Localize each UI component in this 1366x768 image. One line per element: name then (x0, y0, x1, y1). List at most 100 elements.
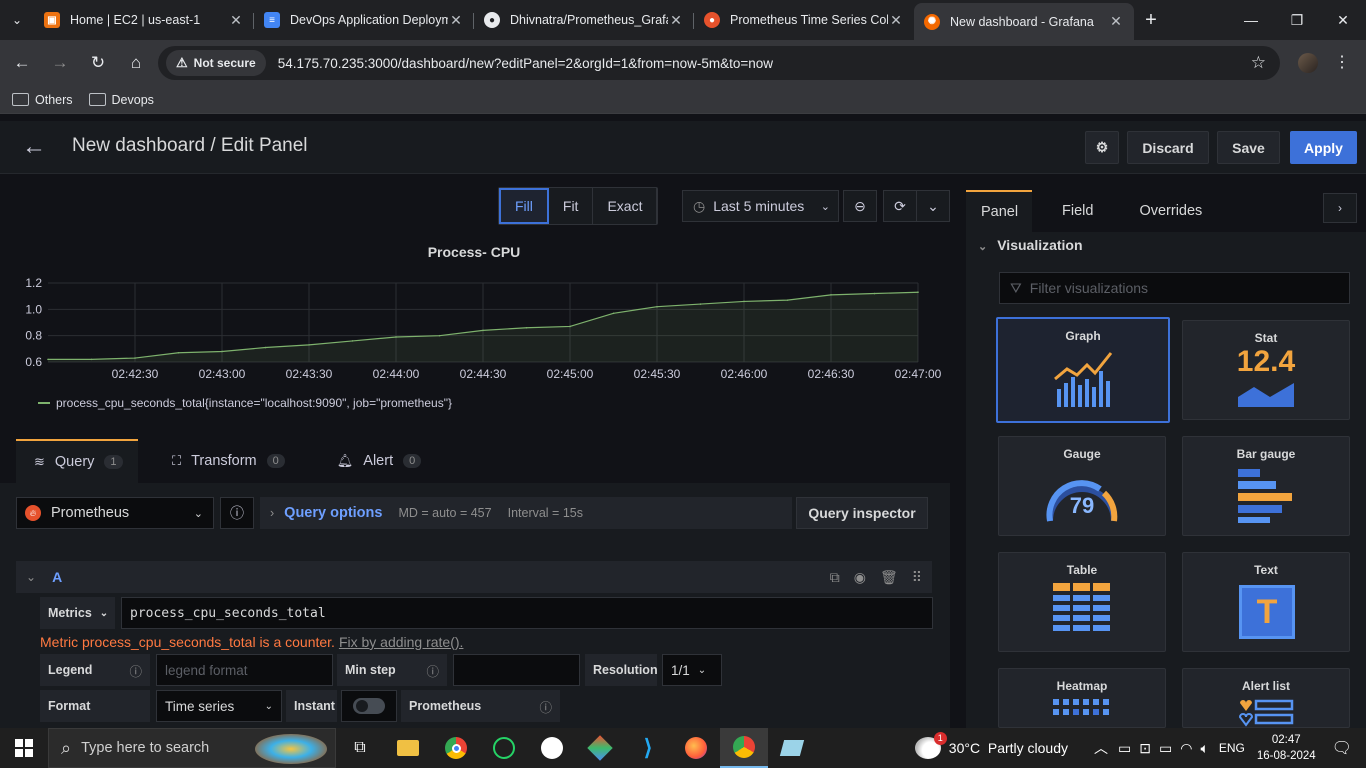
vis-card-table[interactable]: Table (998, 552, 1166, 652)
clock[interactable]: 02:47 16-08-2024 (1257, 732, 1316, 764)
whatsapp-icon[interactable] (480, 728, 528, 768)
query-row-header[interactable]: ⌄ A ⧉ ◉ 🗑︎ ⠿ (16, 561, 932, 593)
tab-transform[interactable]: ⛶ Transform 0 (154, 439, 303, 483)
battery-icon[interactable]: ▭ (1159, 740, 1172, 757)
close-tab-icon[interactable]: ✕ (888, 12, 904, 29)
task-view-icon[interactable]: ⧉ (336, 728, 384, 768)
text-vis-glyph: T (1256, 592, 1278, 631)
tab-query[interactable]: ≋ Query 1 (16, 439, 138, 483)
vis-card-stat[interactable]: Stat 12.4 (1182, 320, 1350, 420)
view-mode-fill-button[interactable]: Fill (499, 188, 549, 224)
vis-card-text[interactable]: Text T (1182, 552, 1350, 652)
notifications-icon[interactable]: 🗨︎ (1332, 738, 1352, 758)
reload-icon[interactable]: ↻ (80, 45, 116, 81)
tab-search-button[interactable]: ⌄ (0, 0, 34, 40)
address-bar[interactable]: ⚠ Not secure 54.175.70.235:3000/dashboard… (158, 46, 1280, 80)
drag-handle-icon[interactable]: ⠿ (912, 569, 922, 586)
help-icon[interactable]: ⓘ (220, 497, 254, 529)
instant-toggle[interactable] (341, 690, 397, 722)
browser-tab-ec2[interactable]: ▣ Home | EC2 | us-east-1 ✕ (34, 3, 254, 37)
back-icon[interactable]: ← (4, 45, 40, 81)
min-step-input[interactable] (453, 654, 580, 686)
vis-card-gauge[interactable]: Gauge 79 (998, 436, 1166, 536)
browser-tab-grafana[interactable]: ✺ New dashboard - Grafana ✕ (914, 3, 1134, 40)
bookmark-folder-devops[interactable]: Devops (88, 93, 154, 107)
weather-icon[interactable]: 1 (914, 732, 947, 759)
eye-icon[interactable]: ◉ (854, 569, 866, 586)
settings-gear-icon[interactable]: ⚙ (1085, 131, 1119, 164)
apply-button[interactable]: Apply (1290, 131, 1357, 164)
tab-title: DevOps Application Deploym (290, 13, 448, 27)
duplicate-icon[interactable]: ⧉ (830, 569, 840, 586)
taskbar-search-box[interactable]: ⌕ Type here to search (48, 728, 336, 768)
save-button[interactable]: Save (1217, 131, 1280, 164)
metrics-dropdown[interactable]: Metrics ⌄ (40, 597, 116, 629)
legend-format-input[interactable]: legend format (156, 654, 333, 686)
volume-icon[interactable]: 🔈︎ (1200, 740, 1208, 757)
profile-avatar[interactable] (1298, 53, 1318, 73)
view-mode-fit-button[interactable]: Fit (548, 188, 594, 224)
collapse-pane-icon[interactable]: › (1323, 193, 1357, 223)
datasource-select[interactable]: 🔥︎ Prometheus ⌄ (16, 497, 214, 529)
close-tab-icon[interactable]: ✕ (448, 12, 464, 29)
browser-tab-docs[interactable]: ≡ DevOps Application Deploym ✕ (254, 3, 474, 37)
file-explorer-icon[interactable] (384, 728, 432, 768)
security-indicator[interactable]: ⚠ Not secure (166, 50, 266, 76)
close-tab-icon[interactable]: ✕ (228, 12, 244, 29)
chevron-up-icon[interactable]: ︿ (1094, 738, 1108, 758)
discard-button[interactable]: Discard (1127, 131, 1209, 164)
back-arrow-icon[interactable]: ← (22, 133, 46, 161)
chart-legend[interactable]: process_cpu_seconds_total{instance="loca… (38, 396, 452, 410)
close-tab-icon[interactable]: ✕ (1108, 13, 1124, 30)
promql-query-input[interactable]: process_cpu_seconds_total (121, 597, 933, 629)
url-text[interactable]: 54.175.70.235:3000/dashboard/new?editPan… (278, 56, 773, 71)
language-indicator[interactable]: ENG (1219, 741, 1245, 755)
tab-field[interactable]: Field (1044, 190, 1111, 232)
trash-icon[interactable]: 🗑︎ (880, 569, 898, 586)
firefox-icon[interactable] (672, 728, 720, 768)
home-icon[interactable]: ⌂ (118, 45, 154, 81)
query-options-row[interactable]: › Query options MD = auto = 457 Interval… (260, 497, 792, 529)
query-inspector-button[interactable]: Query inspector (796, 497, 928, 529)
minimize-icon[interactable]: — (1228, 0, 1274, 40)
browser-tab-prometheus[interactable]: ● Prometheus Time Series Coll ✕ (694, 3, 914, 37)
meet-now-icon[interactable]: ▭ (1118, 740, 1131, 757)
query-options-label: Query options (284, 505, 383, 521)
vis-card-heatmap[interactable]: Heatmap (998, 668, 1166, 728)
window-close-icon[interactable]: ✕ (1320, 0, 1366, 40)
device-icon[interactable]: ⊡ (1139, 740, 1151, 757)
vis-card-alert-list[interactable]: Alert list (1182, 668, 1350, 728)
browser-tab-github[interactable]: ● Dhivnatra/Prometheus_Grafa ✕ (474, 3, 694, 37)
fix-rate-link[interactable]: Fix by adding rate(). (339, 634, 464, 650)
time-range-picker[interactable]: ◷ Last 5 minutes ⌄ (682, 190, 839, 222)
refresh-icon[interactable]: ⟳ (883, 190, 917, 222)
vis-card-bar-gauge[interactable]: Bar gauge (1182, 436, 1350, 536)
bookmark-folder-others[interactable]: Others (12, 93, 73, 107)
git-icon[interactable] (576, 728, 624, 768)
vscode-icon[interactable]: ⟩ (624, 728, 672, 768)
chrome-active-icon[interactable] (720, 728, 768, 768)
close-tab-icon[interactable]: ✕ (668, 12, 684, 29)
bookmark-star-icon[interactable]: ☆ (1251, 53, 1266, 73)
browser-menu-icon[interactable]: ⋮ (1334, 52, 1350, 72)
chrome-icon[interactable] (432, 728, 480, 768)
refresh-interval-chevron-icon[interactable]: ⌄ (916, 190, 950, 222)
tab-alert[interactable]: 🔔︎ Alert 0 (319, 439, 439, 483)
forward-icon[interactable]: → (42, 45, 78, 81)
filter-visualizations-input[interactable]: ⛛ Filter visualizations (999, 272, 1350, 304)
wifi-icon[interactable]: ◠ (1180, 740, 1192, 757)
github-desktop-icon[interactable] (528, 728, 576, 768)
view-mode-exact-button[interactable]: Exact (593, 188, 658, 224)
restore-icon[interactable]: ❐ (1274, 0, 1320, 40)
zoom-out-icon[interactable]: ⊖ (843, 190, 877, 222)
tab-panel[interactable]: Panel (966, 190, 1032, 232)
vis-card-graph[interactable]: Graph (996, 317, 1170, 423)
resolution-select[interactable]: 1/1 ⌄ (662, 654, 722, 686)
weather-text[interactable]: 30°C Partly cloudy (949, 740, 1068, 756)
visualization-section-header[interactable]: ⌄ Visualization (978, 237, 1083, 253)
windows-start-icon[interactable] (0, 728, 48, 768)
tab-overrides[interactable]: Overrides (1121, 190, 1220, 232)
new-tab-button[interactable]: + (1134, 3, 1168, 37)
notes-app-icon[interactable] (768, 728, 816, 768)
format-select[interactable]: Time series ⌄ (156, 690, 282, 722)
